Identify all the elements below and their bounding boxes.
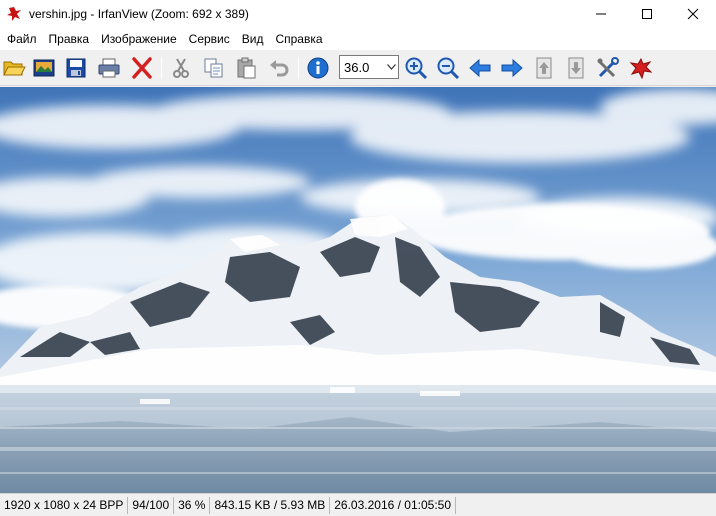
window-controls bbox=[578, 0, 716, 28]
slideshow-icon bbox=[33, 59, 55, 77]
status-file-size: 843.15 KB / 5.93 MB bbox=[210, 496, 331, 514]
print-button[interactable] bbox=[96, 56, 122, 80]
irfanview-cat-icon bbox=[629, 57, 653, 79]
window-title: vershin.jpg - IrfanView (Zoom: 692 x 389… bbox=[29, 7, 249, 21]
irfanview-window: vershin.jpg - IrfanView (Zoom: 692 x 389… bbox=[0, 0, 716, 516]
save-button[interactable] bbox=[63, 56, 89, 80]
status-bar: 1920 x 1080 x 24 BPP 94/100 36 % 843.15 … bbox=[0, 493, 716, 516]
first-page-icon bbox=[536, 57, 552, 79]
zoom-in-button[interactable] bbox=[403, 56, 429, 80]
chevron-down-icon[interactable] bbox=[384, 56, 398, 78]
title-bar: vershin.jpg - IrfanView (Zoom: 692 x 389… bbox=[0, 0, 716, 28]
minimize-button[interactable] bbox=[578, 0, 624, 28]
paste-button[interactable] bbox=[233, 56, 259, 80]
undo-button[interactable] bbox=[266, 56, 292, 80]
last-page-icon bbox=[568, 57, 584, 79]
image-viewport[interactable] bbox=[0, 87, 716, 493]
copy-icon bbox=[204, 58, 223, 78]
zoom-out-icon bbox=[437, 57, 460, 79]
print-icon bbox=[98, 58, 120, 78]
menu-file[interactable]: Файл bbox=[1, 30, 43, 48]
menu-bar: Файл Правка Изображение Сервис Вид Справ… bbox=[0, 28, 716, 50]
menu-options[interactable]: Сервис bbox=[183, 30, 236, 48]
delete-icon bbox=[132, 57, 152, 79]
slideshow-button[interactable] bbox=[31, 56, 57, 80]
status-file-index: 94/100 bbox=[128, 496, 175, 514]
settings-tools-icon bbox=[597, 57, 619, 78]
status-dimensions: 1920 x 1080 x 24 BPP bbox=[0, 496, 129, 514]
zoom-value: 36.0 bbox=[344, 59, 370, 75]
zoom-out-button[interactable] bbox=[435, 56, 461, 80]
paste-icon bbox=[237, 57, 256, 79]
open-button[interactable] bbox=[1, 56, 27, 80]
close-icon bbox=[687, 8, 699, 20]
maximize-button[interactable] bbox=[624, 0, 670, 28]
about-button[interactable] bbox=[628, 56, 654, 80]
save-icon bbox=[66, 58, 86, 78]
menu-edit[interactable]: Правка bbox=[43, 30, 96, 48]
cut-button[interactable] bbox=[168, 56, 194, 80]
open-folder-icon bbox=[3, 61, 26, 76]
zoom-combobox[interactable]: 36.0 bbox=[339, 55, 399, 79]
close-button[interactable] bbox=[670, 0, 716, 28]
menu-help[interactable]: Справка bbox=[269, 30, 328, 48]
first-page-button[interactable] bbox=[531, 56, 557, 80]
maximize-icon bbox=[642, 9, 652, 19]
next-arrow-icon bbox=[501, 58, 523, 78]
status-zoom: 36 % bbox=[174, 496, 211, 514]
last-page-button[interactable] bbox=[563, 56, 589, 80]
toolbar-separator bbox=[298, 57, 299, 79]
cut-icon bbox=[173, 58, 189, 78]
mountain-photo bbox=[0, 87, 716, 493]
settings-button[interactable] bbox=[595, 56, 621, 80]
next-image-button[interactable] bbox=[499, 56, 525, 80]
minimize-icon bbox=[596, 13, 606, 15]
delete-button[interactable] bbox=[129, 56, 155, 80]
zoom-in-icon bbox=[405, 57, 428, 79]
menu-image[interactable]: Изображение bbox=[95, 30, 183, 48]
irfanview-logo-icon[interactable] bbox=[6, 6, 22, 22]
previous-image-button[interactable] bbox=[467, 56, 493, 80]
info-button[interactable] bbox=[305, 56, 331, 80]
toolbar-separator bbox=[161, 57, 162, 79]
info-icon bbox=[307, 57, 329, 79]
menu-view[interactable]: Вид bbox=[236, 30, 270, 48]
previous-arrow-icon bbox=[469, 58, 491, 78]
undo-icon bbox=[270, 60, 289, 77]
status-datetime: 26.03.2016 / 01:05:50 bbox=[330, 496, 457, 514]
copy-button[interactable] bbox=[201, 56, 227, 80]
